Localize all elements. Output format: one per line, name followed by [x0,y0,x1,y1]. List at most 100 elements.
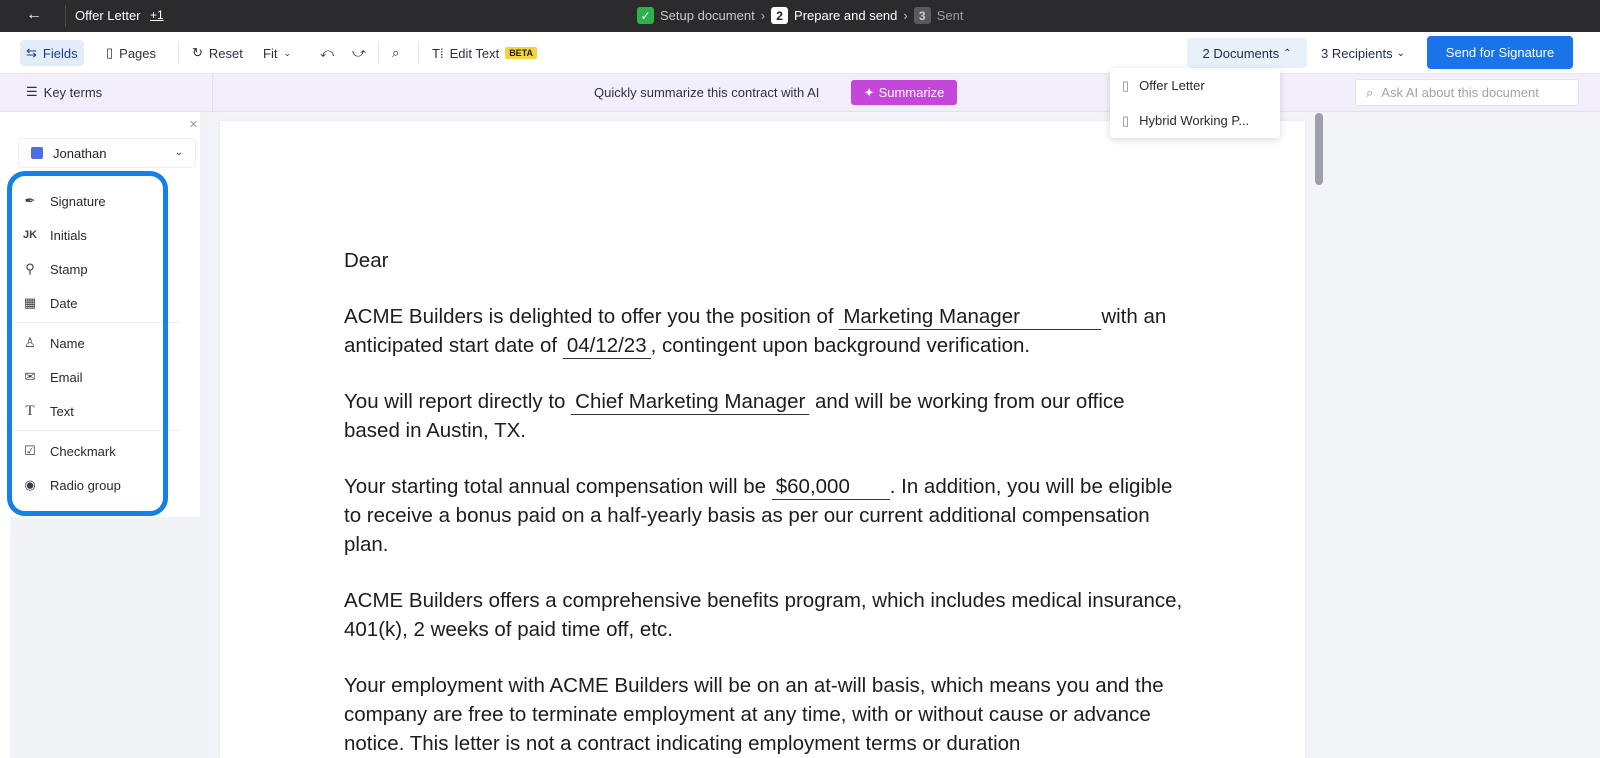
paragraph-employment: Your employment with ACME Builders will … [344,674,1164,755]
back-arrow-icon[interactable]: ← [26,6,42,24]
zoom-fit-dropdown[interactable]: Fit ⌄ [257,40,297,66]
field-initials[interactable]: JK Initials [10,218,200,252]
menu-item-offer-letter[interactable]: ▯ Offer Letter [1110,68,1280,103]
recipient-select[interactable]: Jonathan ⌄ [18,138,196,168]
radio-icon: ◉ [24,477,36,492]
step-setup-document[interactable]: Setup document [660,8,755,23]
recipient-name: Jonathan [53,145,107,161]
menu-item-hybrid-working[interactable]: ▯ Hybrid Working P... [1110,103,1280,138]
rotate-left-button[interactable]: ⤺ [314,40,340,66]
letter-body: Dear ACME Builders is delighted to offer… [344,246,1184,758]
field-label: Text [50,403,74,419]
ai-prompt-text: Quickly summarize this contract with AI [594,85,820,100]
field-label: Radio group [50,477,121,493]
more-documents-link[interactable]: +1 [150,8,164,22]
scrollbar-thumb[interactable] [1315,113,1323,185]
top-bar: ← Offer Letter +1 ✓ Setup document › 2 P… [0,0,1600,32]
paragraph-text: ACME Builders is delighted to offer you … [344,305,834,328]
chevron-down-icon: ⌄ [174,147,183,158]
menu-item-label: Hybrid Working P... [1139,113,1250,128]
position-field[interactable]: Marketing Manager [839,305,1102,330]
field-label: Stamp [50,261,88,277]
reset-label: Reset [208,45,243,61]
field-label: Email [50,369,83,385]
field-name[interactable]: ♙ Name [10,326,200,360]
recipients-dropdown[interactable]: 3 Recipients ⌄ [1313,38,1413,68]
menu-item-label: Offer Letter [1139,78,1205,93]
summarize-label: Summarize [878,85,945,100]
field-radio-group[interactable]: ◉ Radio group [10,468,200,502]
envelope-icon: ✉ [24,369,36,384]
field-stamp[interactable]: ⚲ Stamp [10,252,200,286]
progress-steps: ✓ Setup document › 2 Prepare and send › … [637,7,963,24]
beta-badge: BETA [505,47,538,59]
send-for-signature-button[interactable]: Send for Signature [1427,36,1573,69]
summarize-button[interactable]: ✦ Summarize [851,80,957,105]
recipients-label: 3 Recipients [1321,45,1393,61]
field-label: Signature [50,193,106,209]
edit-text-label: Edit Text [449,45,500,61]
initials-icon: JK [22,229,38,241]
paragraph-text: , contingent upon background verificatio… [650,334,1031,357]
step-number: 3 [913,7,931,24]
start-date-field[interactable]: 04/12/23 [562,334,651,359]
field-label: Date [50,295,78,311]
aibar-divider [212,74,213,112]
step-chevron-icon: › [903,8,908,23]
salary-field[interactable]: $60,000 [771,475,890,500]
key-terms-button[interactable]: ☰ Key terms [26,84,102,100]
edit-text-button[interactable]: T⁞ Edit Text BETA [426,40,543,66]
ask-ai-input[interactable]: ⌕ Ask AI about this document [1355,79,1579,106]
page-icon: ▯ [106,45,114,60]
step-number: 2 [771,7,789,24]
search-icon: ⌕ [1366,84,1374,100]
rotate-right-icon: ⤻ [352,45,366,60]
chevron-down-icon: ⌄ [1396,47,1405,59]
field-label: Checkmark [50,443,116,459]
step-prepare-and-send[interactable]: Prepare and send [794,8,897,23]
topbar-divider [65,5,66,27]
checkbox-icon: ☑ [24,443,36,458]
stamp-icon: ⚲ [25,261,35,276]
close-icon[interactable]: × [189,116,198,133]
documents-dropdown[interactable]: 2 Documents ⌃ [1187,38,1307,68]
recipient-color-swatch [31,147,43,159]
paragraph-manager: You will report directly to Chief Market… [344,387,1184,445]
step-complete-check-icon: ✓ [637,7,654,24]
pages-tab[interactable]: ▯ Pages [100,40,162,66]
chevron-up-icon: ⌃ [1283,47,1292,59]
field-signature[interactable]: ✒ Signature [10,184,200,218]
documents-label: 2 Documents [1202,45,1280,61]
toolbar-divider [178,42,179,64]
calendar-icon: ▦ [23,295,37,310]
edit-text-icon: T⁞ [432,45,444,61]
paragraph-benefits: ACME Builders offers a comprehensive ben… [344,589,1183,641]
field-label: Initials [50,227,87,243]
paragraph-text: You will report directly to [344,390,566,413]
fields-icon: ⇆ [26,45,37,60]
document-title: Offer Letter [75,8,141,23]
greeting: Dear [344,249,389,272]
person-icon: ♙ [24,335,36,350]
document-page[interactable]: Dear ACME Builders is delighted to offer… [220,121,1305,758]
fields-sidebar: × Jonathan ⌄ ✒ Signature JK Initials ⚲ S… [10,112,208,758]
fields-tab[interactable]: ⇆ Fields [20,40,84,66]
pages-label: Pages [119,45,157,61]
search-button[interactable]: ⌕ [386,40,405,66]
reset-button[interactable]: ↻ Reset [186,40,249,66]
field-list: ✒ Signature JK Initials ⚲ Stamp ▦ Date ♙… [10,184,200,502]
ai-summary-bar: ☰ Key terms Quickly summarize this contr… [0,74,1600,112]
manager-field[interactable]: Chief Marketing Manager [571,390,810,415]
paragraph-compensation: Your starting total annual compensation … [344,472,1184,559]
toolbar-divider [418,42,419,64]
field-date[interactable]: ▦ Date [10,286,200,320]
field-email[interactable]: ✉ Email [10,360,200,394]
field-checkmark[interactable]: ☑ Checkmark [10,434,200,468]
ask-ai-placeholder: Ask AI about this document [1381,85,1539,100]
rotate-right-button[interactable]: ⤻ [346,40,372,66]
toolbar: ⇆ Fields ▯ Pages ↻ Reset Fit ⌄ ⤺ ⤻ ⌕ T⁞ … [0,32,1600,74]
field-text[interactable]: T Text [10,394,200,428]
step-sent: Sent [936,8,964,23]
text-icon: T [25,402,35,419]
paragraph-position: ACME Builders is delighted to offer you … [344,302,1184,360]
